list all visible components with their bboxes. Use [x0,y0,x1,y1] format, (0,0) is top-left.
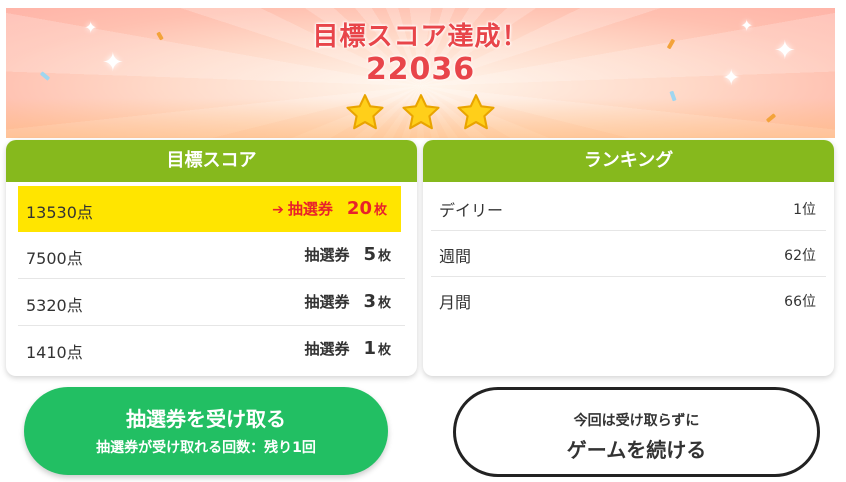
star-rating [6,92,835,138]
star-icon [346,94,384,130]
target-points: 5320点 [26,296,83,315]
target-score-header: 目標スコア [6,140,417,182]
ranking-row: 月間 66位 [431,276,826,322]
star-icon [401,94,440,130]
reward: 抽選券 1 枚 [304,338,391,359]
achievement-title: 目標スコア達成！ [312,22,529,52]
continue-game-sublabel: 今回は受け取らずに [573,413,700,429]
reward-count: 20 [346,198,372,219]
ranking-position: 62位 [784,248,816,264]
continue-game-label: ゲームを続ける [566,438,707,462]
ranking-header: ランキング [423,140,834,182]
reward-label: 抽選券 [287,200,333,218]
ranking-period: 月間 [439,293,472,312]
ranking-row: 週間 62位 [431,230,826,277]
target-row: 7500点 抽選券 5 枚 [18,232,405,279]
reward-count: 1 [363,338,376,359]
reward-unit: 枚 [377,343,391,358]
receive-tickets-button[interactable]: 抽選券を受け取る 抽選券が受け取れる回数：残り1回 [24,387,388,475]
ranking-period: 週間 [439,247,472,266]
target-row: 5320点 抽選券 3 枚 [18,279,405,326]
reward-count: 5 [363,244,376,265]
ranking-panel: ランキング デイリー 1位 週間 62位 月間 66位 [423,140,834,376]
reward-label: 抽選券 [304,246,350,264]
ranking-period: デイリー [439,201,504,220]
star-icon [457,94,495,130]
ranking-position: 66位 [784,294,816,310]
reward-count: 3 [363,291,376,312]
ranking-position: 1位 [793,202,816,218]
target-points: 13530点 [26,203,93,222]
reward-label: 抽選券 [304,293,350,311]
receive-tickets-label: 抽選券を受け取る [126,407,286,431]
remaining-receives-text: 抽選券が受け取れる回数：残り1回 [96,440,316,456]
reward: ➔ 抽選券 20 枚 [272,198,387,219]
achieved-score: 22036 [365,52,476,87]
target-row: 1410点 抽選券 1 枚 [18,326,405,372]
target-row: 13530点 ➔ 抽選券 20 枚 [18,186,401,232]
target-points: 1410点 [26,343,83,362]
reward-unit: 枚 [377,249,391,264]
achievement-banner: ✦ ✦ ✦ ✦ ✦ 目標スコア達成！ 22036 [6,8,835,138]
ranking-row: デイリー 1位 [431,184,826,231]
reward-label: 抽選券 [304,340,350,358]
reward: 抽選券 3 枚 [304,291,391,312]
continue-game-button[interactable]: 今回は受け取らずに ゲームを続ける [453,387,820,477]
arrow-right-icon: ➔ [272,202,284,218]
target-score-panel: 目標スコア 13530点 ➔ 抽選券 20 枚 7500点 抽選券 5 枚 5320点 抽… [6,140,417,376]
reward: 抽選券 5 枚 [304,244,391,265]
reward-unit: 枚 [373,203,387,218]
reward-unit: 枚 [377,296,391,311]
target-points: 7500点 [26,249,83,268]
